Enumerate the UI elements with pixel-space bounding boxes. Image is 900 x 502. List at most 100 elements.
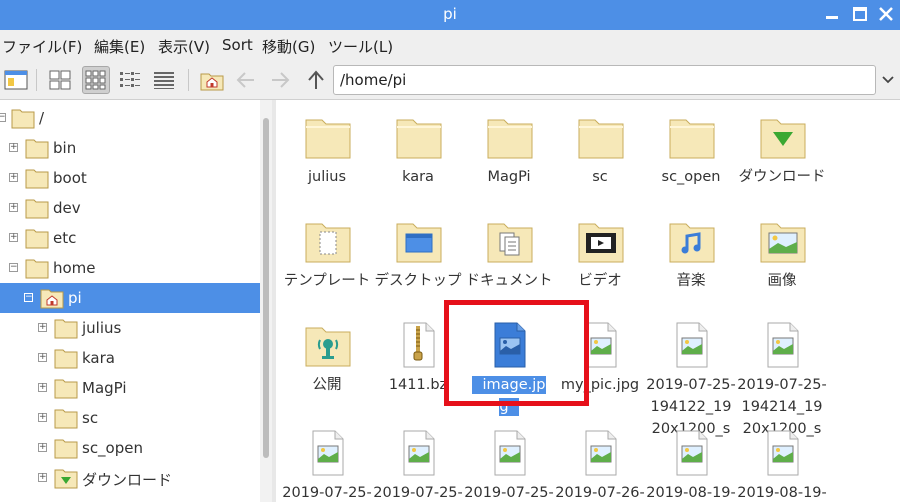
folder-icon — [25, 229, 49, 249]
folder-icon — [25, 259, 49, 279]
file-item[interactable]: ダウンロード — [737, 106, 827, 210]
image-file-icon — [767, 430, 799, 476]
file-item[interactable]: 2019-07-25-194214_1920x1200_sc... — [737, 314, 827, 459]
folder-icon — [25, 199, 49, 219]
tree-node-etc[interactable]: + etc — [0, 223, 260, 253]
file-item[interactable]: 2019-07-25- — [282, 422, 372, 502]
tree-node-downloads[interactable]: + ダウンロード — [0, 463, 260, 493]
file-item[interactable]: sc — [555, 106, 645, 210]
icon-view-icon — [49, 70, 71, 90]
expand-toggle[interactable]: + — [38, 413, 47, 422]
tree-node-home[interactable]: − home — [0, 253, 260, 283]
menu-file[interactable]: ファイル(F) — [2, 36, 82, 57]
forward-button[interactable] — [266, 66, 294, 94]
videos-folder-icon — [578, 223, 624, 263]
file-item[interactable]: kara — [373, 106, 463, 210]
file-item[interactable]: 画像 — [737, 210, 827, 314]
tree-node-sc-open[interactable]: + sc_open — [0, 433, 260, 463]
expand-toggle[interactable]: + — [9, 233, 18, 242]
sidebar-scrollbar-thumb[interactable] — [263, 118, 269, 458]
menu-edit[interactable]: 編集(E) — [94, 36, 145, 57]
archive-file-icon — [403, 322, 435, 368]
download-folder-icon — [760, 119, 806, 159]
tree-node-label: sc_open — [82, 439, 143, 457]
file-item[interactable]: 2019-08-19- — [646, 422, 736, 502]
expand-toggle[interactable]: + — [38, 353, 47, 362]
file-item[interactable]: sc_open — [646, 106, 736, 210]
tree-node-kara[interactable]: + kara — [0, 343, 260, 373]
tree-node-root[interactable]: − / — [0, 103, 260, 133]
menu-tools[interactable]: ツール(L) — [328, 36, 393, 57]
tree-node-magpi[interactable]: + MagPi — [0, 373, 260, 403]
file-name: 2019-07-26- — [555, 485, 645, 501]
file-name: 2019-08-19- — [737, 485, 827, 501]
tree-node-dev[interactable]: + dev — [0, 193, 260, 223]
expand-toggle[interactable]: + — [38, 323, 47, 332]
menu-sort[interactable]: Sort — [222, 36, 253, 54]
expand-toggle[interactable]: + — [9, 203, 18, 212]
folder-icon — [54, 349, 78, 369]
home-folder-icon — [40, 289, 64, 309]
tree-node-label: kara — [82, 349, 115, 367]
file-item[interactable]: 公開 — [282, 314, 372, 418]
file-item[interactable]: ビデオ — [555, 210, 645, 314]
file-name: kara — [402, 169, 434, 185]
expand-toggle[interactable]: + — [9, 143, 18, 152]
collapse-toggle[interactable]: − — [24, 293, 33, 302]
expand-toggle[interactable]: + — [38, 473, 47, 482]
path-history-dropdown[interactable] — [876, 65, 900, 95]
collapse-toggle[interactable]: − — [9, 263, 18, 272]
tree-node-label: home — [53, 259, 96, 277]
music-folder-icon — [669, 223, 715, 263]
tree-node-julius[interactable]: + julius — [0, 313, 260, 343]
expand-toggle[interactable]: + — [9, 173, 18, 182]
tree-node-sc[interactable]: + sc — [0, 403, 260, 433]
file-name: 公開 — [312, 377, 342, 393]
tree-node-bin[interactable]: + bin — [0, 133, 260, 163]
home-button[interactable] — [198, 66, 226, 94]
file-name: ダウンロード — [738, 169, 826, 185]
file-item[interactable]: 音楽 — [646, 210, 736, 314]
file-item[interactable]: ドキュメント — [464, 210, 554, 314]
file-item[interactable]: julius — [282, 106, 372, 210]
back-button[interactable] — [232, 66, 260, 94]
icon-view-button[interactable] — [46, 66, 74, 94]
detailed-list-view-button[interactable] — [150, 66, 178, 94]
file-item[interactable]: 2019-07-25-194122_1920x1200_sc... — [646, 314, 736, 459]
file-item[interactable]: テンプレート — [282, 210, 372, 314]
image-file-icon — [676, 322, 708, 368]
collapse-toggle[interactable]: − — [0, 113, 6, 122]
templates-folder-icon — [305, 223, 351, 263]
toolbar-separator — [188, 69, 189, 91]
file-item[interactable]: 2019-07-25- — [464, 422, 554, 502]
location-path-input[interactable]: /home/pi — [333, 65, 876, 95]
up-button[interactable] — [302, 66, 330, 94]
folder-icon — [396, 119, 442, 159]
thumbnail-view-button[interactable] — [82, 66, 110, 94]
compact-view-button[interactable] — [116, 66, 144, 94]
download-folder-icon — [54, 469, 78, 489]
menu-go[interactable]: 移動(G) — [262, 36, 315, 57]
folder-icon — [25, 169, 49, 189]
file-item[interactable]: 2019-07-25- — [373, 422, 463, 502]
folder-icon — [669, 119, 715, 159]
tree-node-boot[interactable]: + boot — [0, 163, 260, 193]
maximize-button[interactable] — [850, 4, 870, 24]
minimize-icon — [826, 16, 838, 19]
public-folder-icon — [305, 327, 351, 367]
file-item[interactable]: 2019-08-19- — [737, 422, 827, 502]
folder-icon — [25, 139, 49, 159]
file-item[interactable]: デスクトップ — [373, 210, 463, 314]
tree-node-pi[interactable]: − pi — [0, 283, 260, 313]
file-item[interactable]: MagPi — [464, 106, 554, 210]
folder-icon — [487, 119, 533, 159]
expand-toggle[interactable]: + — [38, 443, 47, 452]
folder-icon — [54, 379, 78, 399]
menu-view[interactable]: 表示(V) — [158, 36, 210, 57]
expand-toggle[interactable]: + — [38, 383, 47, 392]
toolbar: /home/pi — [0, 60, 900, 100]
close-button[interactable] — [876, 4, 896, 24]
new-window-button[interactable] — [2, 66, 30, 94]
file-item[interactable]: 2019-07-26- — [555, 422, 645, 502]
minimize-button[interactable] — [822, 4, 842, 24]
